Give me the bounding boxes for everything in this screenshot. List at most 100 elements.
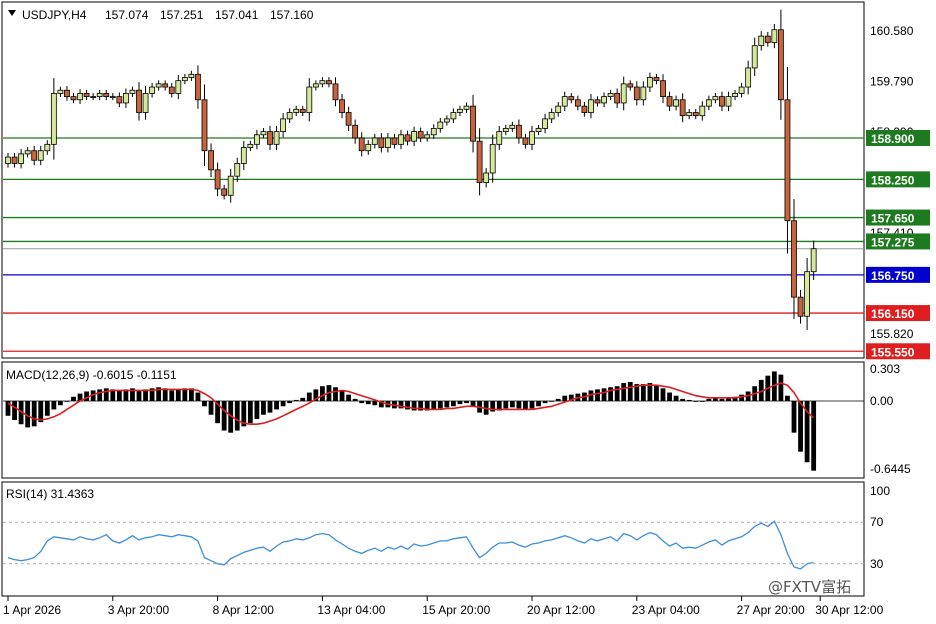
candle-body (607, 93, 614, 97)
macd-bar (247, 401, 253, 424)
time-tick-label: 3 Apr 20:00 (108, 603, 170, 617)
candle-body (109, 96, 116, 98)
macd-bar (542, 401, 548, 404)
macd-bar (175, 389, 181, 401)
candle-body (732, 93, 738, 97)
candle-body (588, 99, 594, 113)
macd-bar (536, 401, 541, 407)
candle-body (797, 296, 804, 317)
candle-body (195, 73, 201, 101)
time-tick-label: 13 Apr 04:00 (317, 603, 385, 617)
macd-bar (267, 401, 273, 413)
symbol-label: USDJPY,H4 (22, 8, 87, 22)
candle-body (483, 172, 490, 183)
macd-bar (162, 388, 168, 401)
candle-body (391, 137, 398, 145)
macd-bar (103, 388, 109, 401)
candle-body (181, 77, 188, 82)
candle-body (791, 220, 797, 298)
candle-body (136, 89, 142, 113)
candle-body (529, 131, 535, 145)
candle-body (326, 80, 332, 85)
macd-bar (182, 388, 188, 401)
time-tick-label: 23 Apr 04:00 (632, 603, 700, 617)
trading-chart[interactable]: 160.580159.790158.990157.410155.820158.9… (0, 0, 936, 624)
candle-body (365, 143, 372, 152)
candle-body (594, 99, 601, 104)
macd-bar (58, 401, 63, 406)
macd-bar (778, 374, 784, 401)
candle-body (568, 96, 575, 101)
candle-body (804, 271, 810, 317)
macd-bar (791, 401, 797, 433)
candle-body (509, 124, 516, 129)
macd-bar (293, 399, 299, 401)
candle-body (358, 137, 365, 152)
candle-body (764, 35, 771, 43)
level-price-tag-label: 158.250 (871, 173, 915, 187)
candle-body (398, 134, 404, 145)
macd-bar (320, 386, 325, 401)
macd-bar (785, 395, 790, 401)
macd-bar (673, 395, 679, 401)
candle-body (424, 134, 431, 139)
candle-body (90, 96, 97, 98)
macd-bar (254, 401, 260, 419)
time-tick-label: 27 Apr 20:00 (737, 603, 805, 617)
candle-body (24, 150, 31, 155)
candle-body (64, 89, 70, 97)
candle-body (129, 89, 136, 94)
candle-body (18, 153, 25, 164)
macd-bar (470, 401, 476, 407)
candle-body (142, 93, 149, 113)
candle-body (660, 80, 666, 97)
candle-body (620, 83, 627, 104)
rsi-header: RSI(14) 31.4363 (6, 487, 94, 501)
candle-body (653, 77, 660, 82)
macd-bar (562, 395, 568, 401)
candle-body (162, 83, 169, 88)
candle-body (437, 121, 444, 129)
candle-body (286, 112, 293, 120)
candle-body (50, 93, 57, 145)
candle-body (457, 108, 463, 113)
macd-bar (523, 401, 528, 410)
macd-bar (680, 398, 686, 401)
candle-body (247, 143, 254, 148)
macd-bar (365, 401, 371, 405)
level-price-tag-label: 155.550 (871, 345, 915, 359)
macd-bar (667, 392, 672, 401)
candle-body (253, 134, 260, 145)
candle-body (666, 96, 673, 107)
macd-bar (116, 390, 122, 401)
price-high: 157.251 (160, 8, 204, 22)
candle-body (712, 96, 719, 101)
candle-body (83, 93, 90, 97)
candle-body (810, 248, 817, 273)
candle-body (208, 150, 214, 171)
candle-body (450, 112, 457, 120)
candle-body (640, 86, 647, 101)
macd-bar (71, 396, 76, 401)
candle-body (234, 163, 241, 177)
candle-body (463, 105, 470, 110)
macd-bar (595, 389, 600, 401)
candle-body (745, 67, 752, 88)
candle-body (103, 93, 110, 97)
candle-body (384, 137, 391, 148)
macd-bar (706, 398, 712, 401)
macd-bar (136, 390, 142, 401)
candle-body (280, 118, 287, 133)
macd-bar (51, 401, 57, 410)
candle-body (155, 83, 162, 88)
candle-body (70, 96, 77, 101)
macd-bar (457, 401, 463, 405)
candle-body (502, 128, 509, 133)
macd-bar (306, 392, 312, 401)
candle-body (470, 105, 476, 142)
macd-bar (509, 401, 515, 408)
macd-bar (202, 401, 207, 407)
macd-bar (654, 385, 659, 401)
macd-tick-label: -0.6445 (870, 462, 911, 476)
candle-body (214, 169, 221, 190)
